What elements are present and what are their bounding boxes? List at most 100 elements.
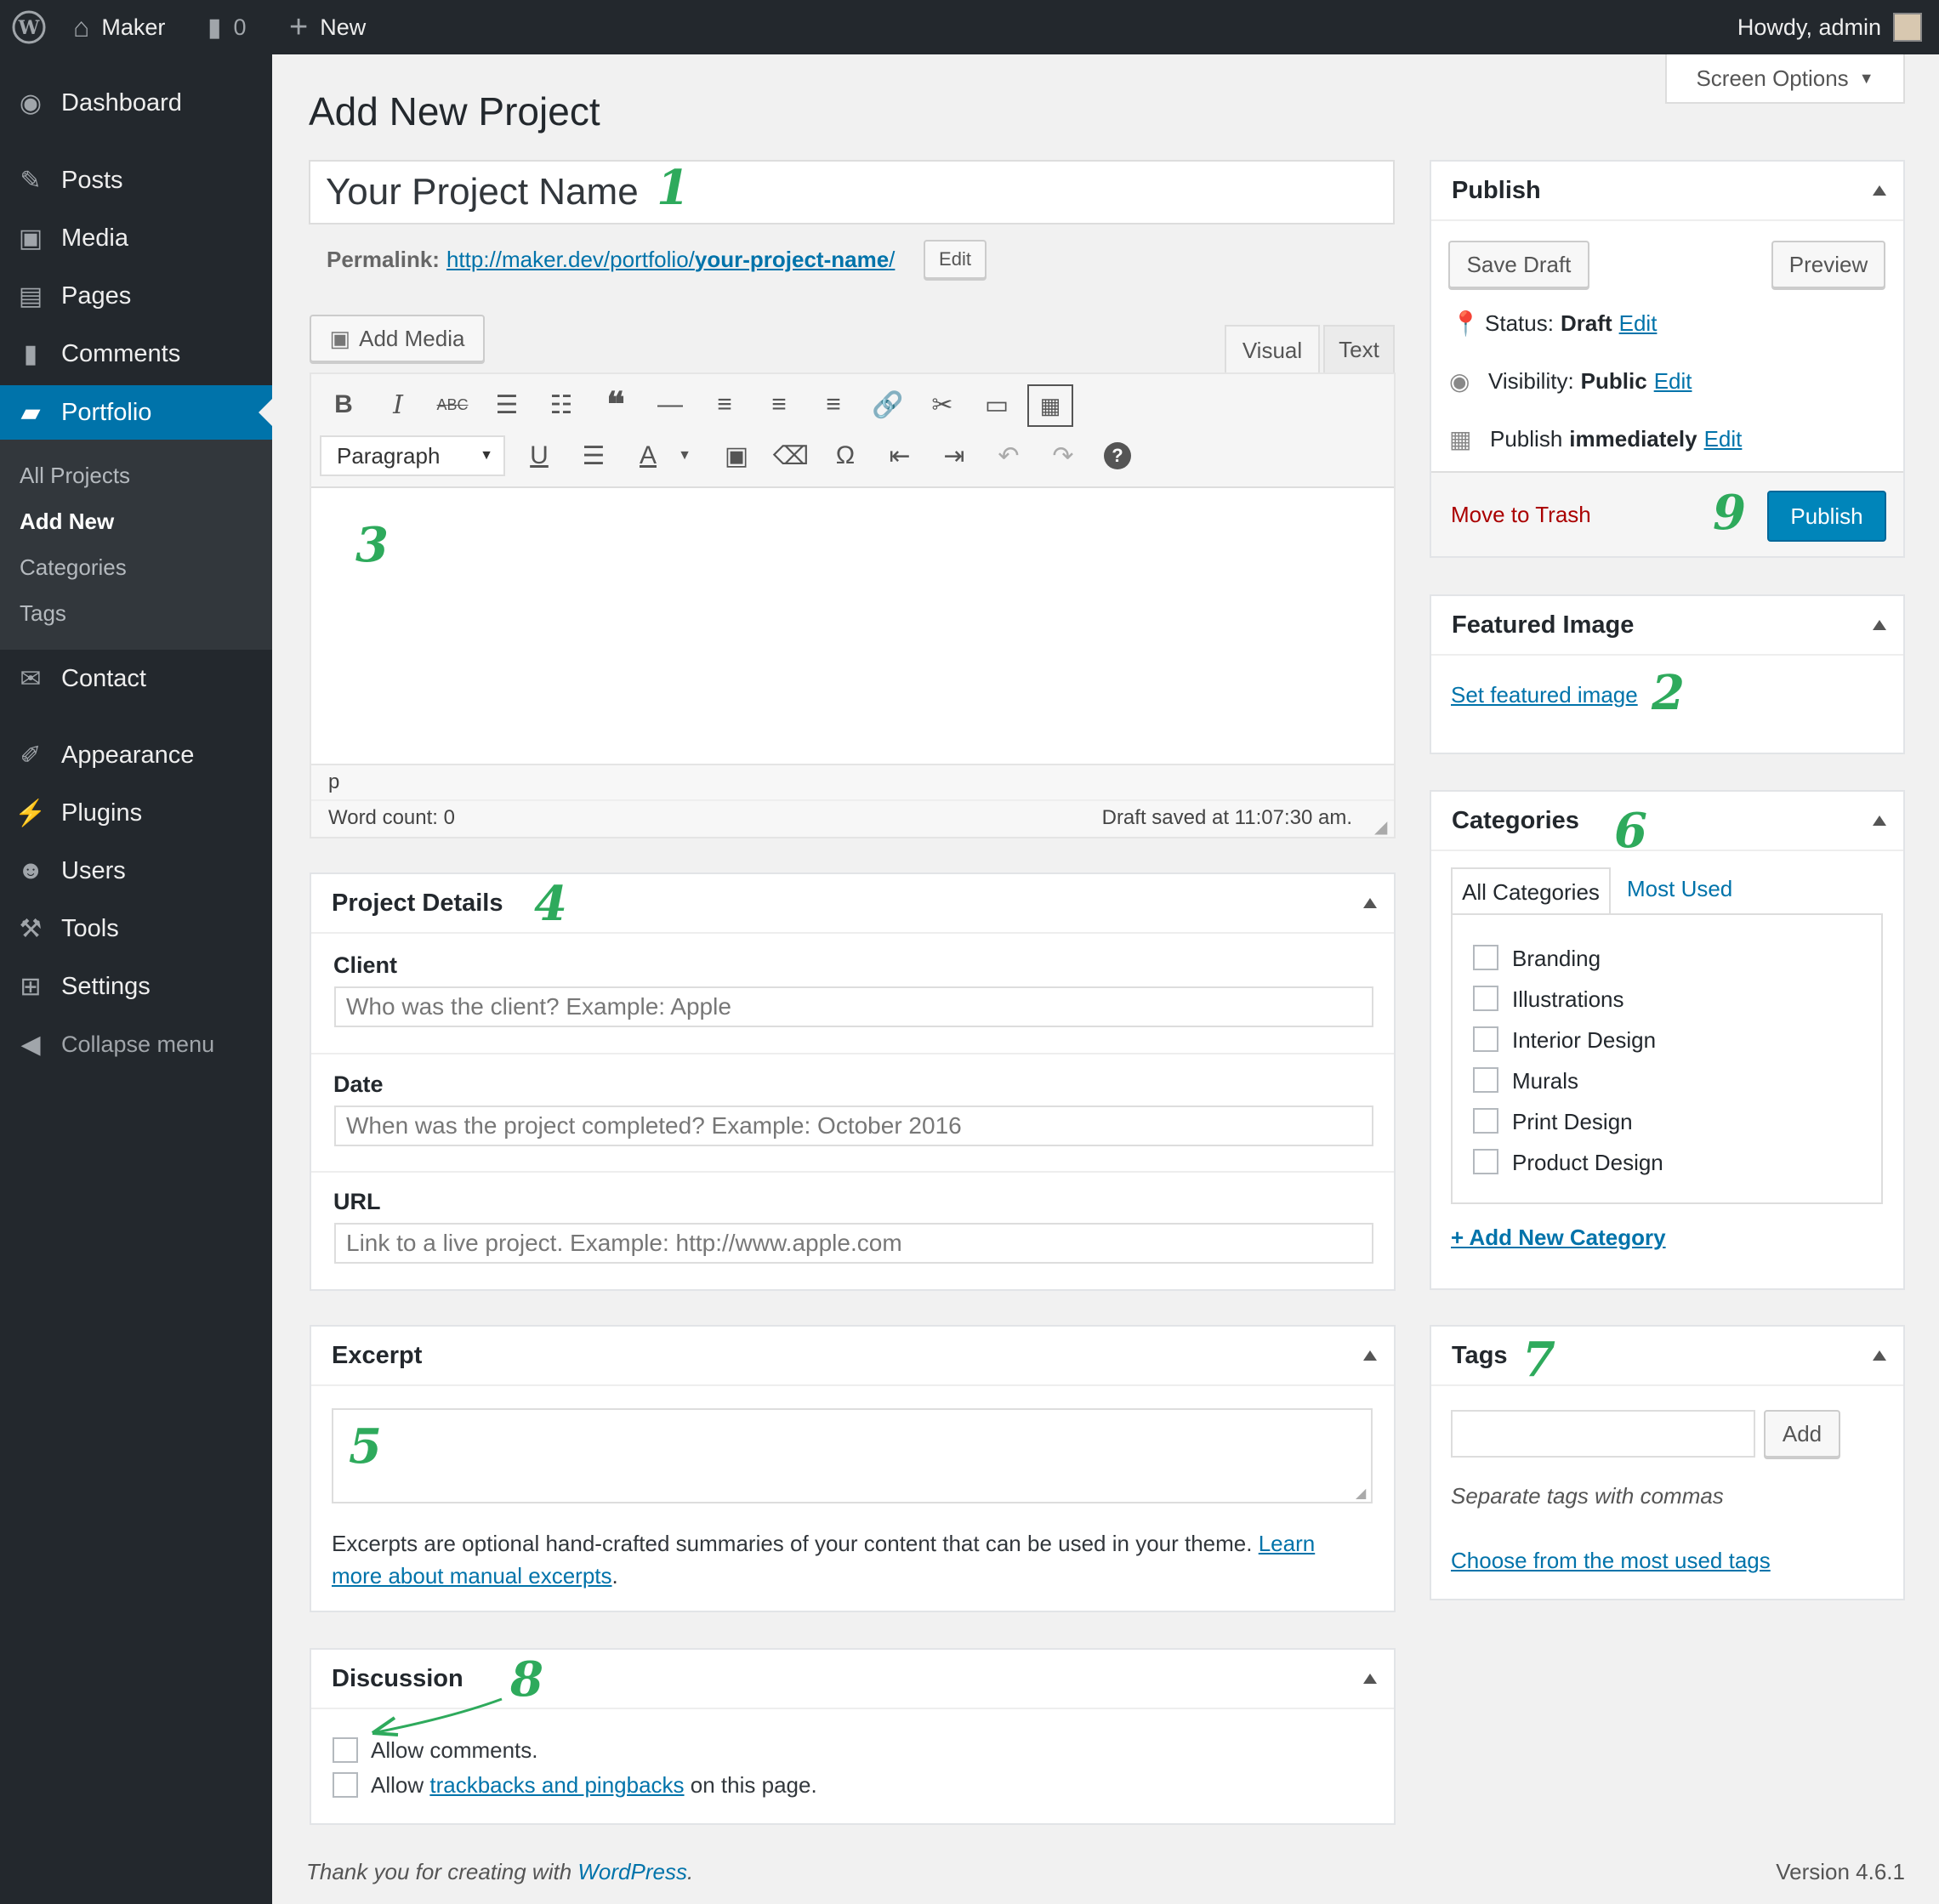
text-color-icon[interactable]: A [629,437,667,475]
category-checkbox-product-design[interactable] [1473,1149,1498,1174]
date-input[interactable]: When was the project completed? Example:… [334,1105,1373,1146]
collapse-arrow-icon[interactable] [1363,1350,1377,1361]
project-details-header[interactable]: Project Details [311,874,1394,934]
excerpt-textarea[interactable] [332,1408,1373,1503]
toolbar-toggle-icon[interactable]: ▦ [1027,384,1073,427]
tab-text[interactable]: Text [1323,325,1395,372]
underline-icon[interactable]: U [520,437,558,475]
sidebar-item-appearance[interactable]: ✐ Appearance [0,729,272,781]
category-checkbox-illustrations[interactable] [1473,986,1498,1011]
help-icon[interactable]: ? [1099,437,1136,475]
blockquote-icon[interactable]: ❝ [597,386,634,423]
resize-handle-icon[interactable]: ◢ [1374,816,1387,838]
tag-input[interactable] [1451,1410,1755,1458]
sidebar-item-media[interactable]: ▣ Media [0,212,272,264]
sidebar-item-contact[interactable]: ✉ Contact [0,652,272,705]
screen-options-button[interactable]: Screen Options ▼ [1665,54,1905,104]
link-icon[interactable]: 🔗 [869,386,907,423]
resize-handle-icon[interactable]: ◢ [1356,1485,1366,1502]
bullet-list-icon[interactable]: ☰ [488,386,526,423]
status-edit-link[interactable]: Edit [1619,310,1658,337]
sidebar-item-plugins[interactable]: ⚡ Plugins [0,787,272,839]
sidebar-item-settings[interactable]: ⊞ Settings [0,960,272,1013]
special-character-icon[interactable]: Ω [827,437,864,475]
move-to-trash-link[interactable]: Move to Trash [1451,502,1591,528]
collapse-arrow-icon[interactable] [1873,620,1886,630]
category-checkbox-interior-design[interactable] [1473,1026,1498,1052]
numbered-list-icon[interactable]: ☷ [543,386,580,423]
excerpt-header[interactable]: Excerpt [311,1327,1394,1386]
editor-content-area[interactable] [311,490,1394,764]
add-tag-button[interactable]: Add [1764,1410,1840,1458]
outdent-icon[interactable]: ⇤ [881,437,918,475]
collapse-arrow-icon[interactable] [1363,898,1377,908]
trackbacks-link[interactable]: trackbacks and pingbacks [429,1772,684,1798]
category-checkbox-murals[interactable] [1473,1067,1498,1093]
sidebar-item-pages[interactable]: ▤ Pages [0,270,272,322]
save-draft-button[interactable]: Save Draft [1448,241,1589,288]
preview-button[interactable]: Preview [1771,241,1885,288]
permalink-edit-button[interactable]: Edit [924,240,987,279]
submenu-add-new[interactable]: Add New [20,509,114,535]
visibility-edit-link[interactable]: Edit [1654,368,1692,395]
new-content-link[interactable]: + New [289,0,366,54]
tab-visual[interactable]: Visual [1225,325,1320,374]
undo-icon[interactable]: ↶ [990,437,1027,475]
add-media-button[interactable]: ▣ Add Media [310,315,485,362]
category-checkbox-branding[interactable] [1473,945,1498,970]
collapse-arrow-icon[interactable] [1873,1350,1886,1361]
format-select[interactable]: Paragraph ▼ [320,435,505,476]
align-left-icon[interactable]: ≡ [706,386,743,423]
sidebar-item-users[interactable]: ☻ Users [0,844,272,897]
submenu-categories[interactable]: Categories [20,554,127,581]
set-featured-image-link[interactable]: Set featured image [1451,682,1638,708]
learn-more-link[interactable]: Learn [1259,1531,1316,1556]
paste-text-icon[interactable]: ▣ [718,437,755,475]
url-input[interactable]: Link to a live project. Example: http://… [334,1223,1373,1264]
strikethrough-icon[interactable]: ABC [434,386,471,423]
choose-tags-link[interactable]: Choose from the most used tags [1451,1548,1771,1574]
collapse-menu-button[interactable]: ◀ Collapse menu [0,1018,272,1071]
tab-all-categories[interactable]: All Categories [1451,867,1611,915]
tab-most-used[interactable]: Most Used [1627,876,1732,902]
read-more-icon[interactable]: ▭ [978,386,1015,423]
title-input[interactable]: Your Project Name [309,160,1395,225]
publish-button[interactable]: Publish [1767,491,1886,542]
learn-more-link-cont[interactable]: more about manual excerpts [332,1563,612,1589]
align-center-icon[interactable]: ≡ [760,386,798,423]
justify-icon[interactable]: ☰ [575,437,612,475]
bold-icon[interactable]: B [325,386,362,423]
submenu-all-projects[interactable]: All Projects [20,463,130,489]
collapse-arrow-icon[interactable] [1873,816,1886,826]
sidebar-item-tools[interactable]: ⚒ Tools [0,902,272,955]
client-input[interactable]: Who was the client? Example: Apple [334,986,1373,1027]
sidebar-item-dashboard[interactable]: ◉ Dashboard [0,77,272,129]
category-checkbox-print-design[interactable] [1473,1108,1498,1134]
sidebar-item-posts[interactable]: ✎ Posts [0,154,272,207]
site-name-link[interactable]: ⌂ Maker [73,0,165,54]
sidebar-item-comments[interactable]: ▮ Comments [0,327,272,380]
sidebar-item-portfolio[interactable]: ▰ Portfolio [0,385,272,440]
collapse-arrow-icon[interactable] [1873,185,1886,196]
account-menu[interactable]: Howdy, admin [1737,0,1922,54]
horizontal-line-icon[interactable]: — [651,386,689,423]
add-new-category-link[interactable]: + Add New Category [1451,1225,1666,1251]
schedule-edit-link[interactable]: Edit [1704,426,1743,452]
allow-trackbacks-checkbox[interactable] [333,1772,358,1798]
wordpress-link[interactable]: WordPress [577,1859,687,1884]
clear-formatting-icon[interactable]: ⌫ [772,437,810,475]
align-right-icon[interactable]: ≡ [815,386,852,423]
featured-image-header[interactable]: Featured Image [1431,596,1903,656]
permalink-link[interactable]: http://maker.dev/portfolio/your-project-… [446,247,895,273]
allow-comments-checkbox[interactable] [333,1737,358,1763]
collapse-arrow-icon[interactable] [1363,1674,1377,1684]
unlink-icon[interactable]: ✂ [924,386,961,423]
italic-icon[interactable]: I [379,386,417,423]
publish-header[interactable]: Publish [1431,162,1903,221]
redo-icon[interactable]: ↷ [1044,437,1082,475]
indent-icon[interactable]: ⇥ [935,437,973,475]
wordpress-logo-icon[interactable]: W [12,0,46,54]
comments-link[interactable]: ▮ 0 [208,0,247,54]
submenu-tags[interactable]: Tags [20,600,66,627]
text-color-dropdown-icon[interactable]: ▼ [672,437,697,475]
